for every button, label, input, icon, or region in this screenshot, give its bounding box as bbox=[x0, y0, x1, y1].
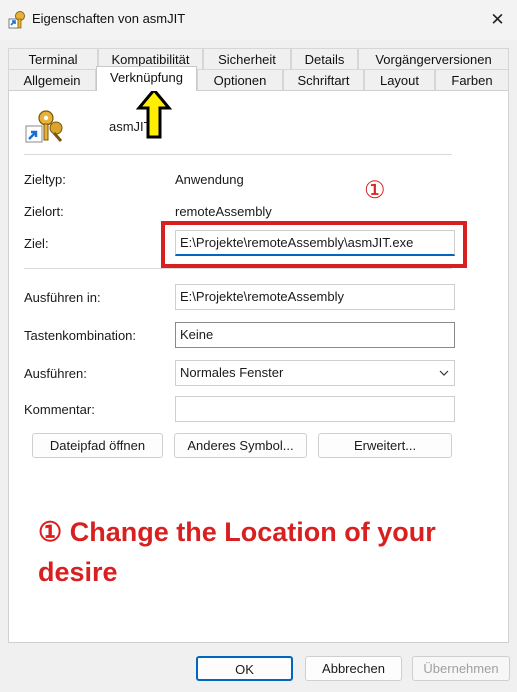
tastenkombination-input[interactable]: Keine bbox=[175, 322, 455, 348]
tab-verknuepfung[interactable]: Verknüpfung bbox=[96, 66, 197, 91]
tab-allgemein[interactable]: Allgemein bbox=[8, 69, 96, 90]
abbrechen-button[interactable]: Abbrechen bbox=[305, 656, 402, 681]
uebernehmen-button[interactable]: Übernehmen bbox=[412, 656, 510, 681]
divider-mid bbox=[24, 268, 452, 269]
kommentar-label: Kommentar: bbox=[24, 402, 95, 417]
tab-farben[interactable]: Farben bbox=[435, 69, 509, 90]
tab-details[interactable]: Details bbox=[291, 48, 358, 69]
ausfuehren-in-label: Ausführen in: bbox=[24, 290, 101, 305]
zieltyp-label: Zieltyp: bbox=[24, 172, 66, 187]
tab-optionen[interactable]: Optionen bbox=[197, 69, 283, 90]
dateipfad-oeffnen-button[interactable]: Dateipfad öffnen bbox=[32, 433, 163, 458]
anderes-symbol-button[interactable]: Anderes Symbol... bbox=[174, 433, 307, 458]
ok-button[interactable]: OK bbox=[196, 656, 293, 681]
tab-layout[interactable]: Layout bbox=[364, 69, 435, 90]
ausfuehren-in-input[interactable]: E:\Projekte\remoteAssembly bbox=[175, 284, 455, 310]
close-icon: ✕ bbox=[490, 10, 505, 29]
ziel-label: Ziel: bbox=[24, 236, 49, 251]
window-title: Eigenschaften von asmJIT bbox=[32, 11, 186, 26]
tastenkombination-label: Tastenkombination: bbox=[24, 328, 137, 343]
ausfuehren-select-value: Normales Fenster bbox=[180, 365, 284, 380]
annotation-text: ① Change the Location of your desire bbox=[38, 517, 436, 587]
tab-schriftart[interactable]: Schriftart bbox=[283, 69, 364, 90]
ausfuehren-select[interactable]: Normales Fenster bbox=[175, 360, 455, 386]
divider-top bbox=[24, 154, 452, 155]
shortcut-keys-icon bbox=[8, 10, 28, 30]
title-bar: Eigenschaften von asmJIT ✕ bbox=[0, 0, 517, 40]
tab-vorgaengerversionen[interactable]: Vorgängerversionen bbox=[358, 48, 509, 69]
kommentar-input[interactable] bbox=[175, 396, 455, 422]
ziel-input[interactable]: E:\Projekte\remoteAssembly\asmJIT.exe bbox=[175, 230, 455, 256]
arrow-up-icon bbox=[135, 87, 173, 140]
app-keys-icon bbox=[24, 108, 64, 148]
erweitert-button[interactable]: Erweitert... bbox=[318, 433, 452, 458]
chevron-down-icon bbox=[438, 367, 450, 379]
zieltyp-value: Anwendung bbox=[175, 172, 244, 187]
zielort-value: remoteAssembly bbox=[175, 204, 272, 219]
tab-sicherheit[interactable]: Sicherheit bbox=[203, 48, 291, 69]
ausfuehren-label: Ausführen: bbox=[24, 366, 87, 381]
close-button[interactable]: ✕ bbox=[478, 0, 517, 40]
tab-terminal[interactable]: Terminal bbox=[8, 48, 98, 69]
annotation-marker: ① bbox=[364, 177, 386, 204]
zielort-label: Zielort: bbox=[24, 204, 64, 219]
